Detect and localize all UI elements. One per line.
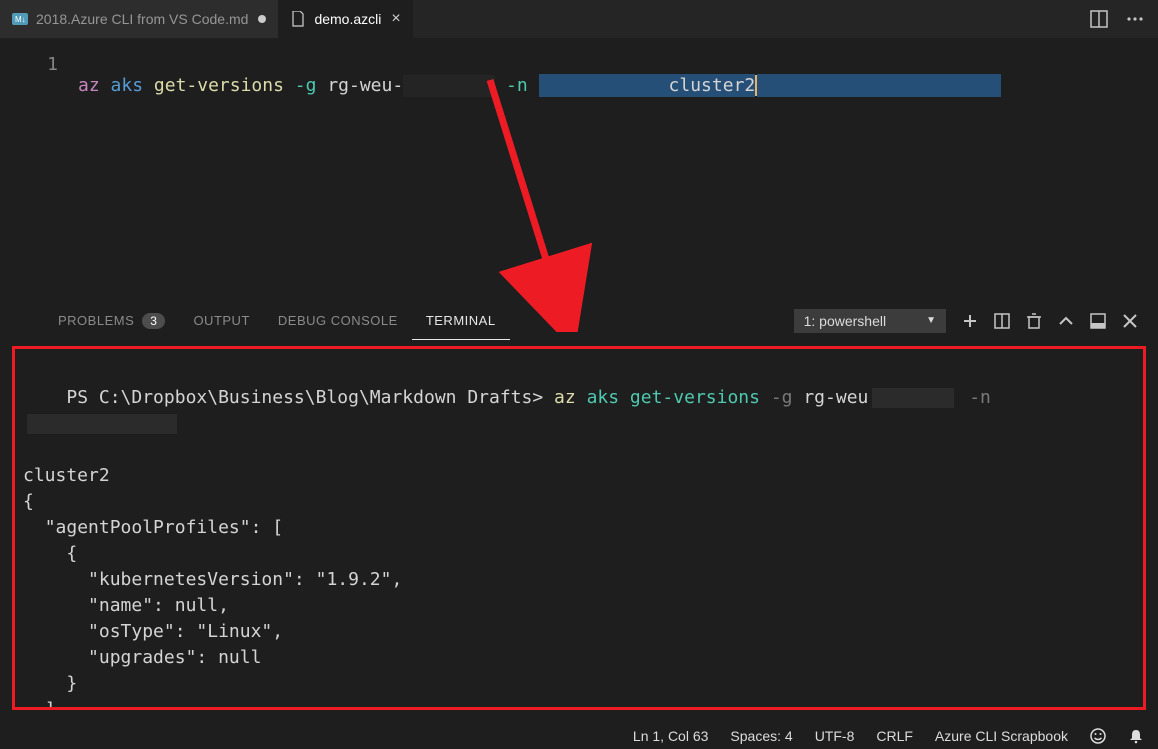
panel-tab-label: TERMINAL bbox=[426, 313, 496, 328]
panel-actions: 1: powershell ▼ bbox=[794, 309, 1138, 333]
token-command: az bbox=[78, 75, 100, 96]
tab-markdown-file[interactable]: M↓ 2018.Azure CLI from VS Code.md bbox=[0, 0, 278, 38]
close-panel-icon[interactable] bbox=[1122, 313, 1138, 329]
terminal-prompt: PS C:\Dropbox\Business\Blog\Markdown Dra… bbox=[66, 387, 543, 408]
line-number-gutter: 1 bbox=[0, 38, 78, 300]
code-line-1[interactable]: az aks get-versions -g rg-weu- -n cluste… bbox=[78, 38, 1158, 68]
token-arg: rg-weu- bbox=[327, 75, 403, 96]
panel-tab-label: DEBUG CONSOLE bbox=[278, 313, 398, 328]
code-editor[interactable]: 1 az aks get-versions -g rg-weu- -n clus… bbox=[0, 38, 1158, 300]
panel-tab-output[interactable]: OUTPUT bbox=[179, 301, 263, 340]
terminal-line: { bbox=[23, 541, 1135, 567]
t-arg: rg-weu bbox=[803, 387, 868, 408]
dirty-indicator-icon bbox=[258, 15, 266, 23]
tab-label: 2018.Azure CLI from VS Code.md bbox=[36, 11, 248, 27]
token-arg: cluster2 bbox=[669, 74, 756, 97]
chevron-down-icon: ▼ bbox=[926, 315, 936, 326]
terminal-line: "kubernetesVersion": "1.9.2", bbox=[23, 567, 1135, 593]
status-encoding[interactable]: UTF-8 bbox=[815, 728, 855, 744]
file-icon bbox=[290, 11, 306, 27]
split-terminal-icon[interactable] bbox=[994, 313, 1010, 329]
notifications-bell-icon[interactable] bbox=[1128, 728, 1144, 744]
terminal-line: } bbox=[23, 671, 1135, 697]
svg-text:M↓: M↓ bbox=[15, 15, 26, 24]
panel-tab-terminal[interactable]: TERMINAL bbox=[412, 301, 510, 340]
terminal-command-line: PS C:\Dropbox\Business\Blog\Markdown Dra… bbox=[23, 359, 1135, 463]
editor-title-actions bbox=[1090, 10, 1158, 28]
close-icon[interactable]: × bbox=[391, 10, 400, 28]
markdown-file-icon: M↓ bbox=[12, 11, 28, 27]
token-action: get-versions bbox=[154, 75, 284, 96]
t-flag: -n bbox=[969, 387, 991, 408]
terminal-line: "osType": "Linux", bbox=[23, 619, 1135, 645]
redacted-block bbox=[27, 414, 177, 434]
terminal-line: "upgrades": null bbox=[23, 645, 1135, 671]
terminal-line: ], bbox=[23, 697, 1135, 710]
problems-count-badge: 3 bbox=[142, 313, 165, 329]
editor-tabs-bar: M↓ 2018.Azure CLI from VS Code.md demo.a… bbox=[0, 0, 1158, 38]
new-terminal-icon[interactable] bbox=[962, 313, 978, 329]
panel-tab-label: OUTPUT bbox=[193, 313, 249, 328]
t-flag: -g bbox=[771, 387, 793, 408]
terminal-line: cluster2 bbox=[23, 463, 1135, 489]
panel-tab-debug-console[interactable]: DEBUG CONSOLE bbox=[264, 301, 412, 340]
terminal-selector-dropdown[interactable]: 1: powershell ▼ bbox=[794, 309, 946, 333]
status-language-mode[interactable]: Azure CLI Scrapbook bbox=[935, 728, 1068, 744]
kill-terminal-icon[interactable] bbox=[1026, 313, 1042, 329]
t-cmd: az bbox=[554, 387, 576, 408]
status-bar: Ln 1, Col 63 Spaces: 4 UTF-8 CRLF Azure … bbox=[0, 723, 1158, 749]
maximize-panel-icon[interactable] bbox=[1058, 313, 1074, 329]
status-indent[interactable]: Spaces: 4 bbox=[730, 728, 792, 744]
token-subcommand: aks bbox=[111, 75, 144, 96]
redacted-block bbox=[872, 388, 954, 408]
toggle-panel-icon[interactable] bbox=[1090, 313, 1106, 329]
panel-tabs-bar: PROBLEMS 3 OUTPUT DEBUG CONSOLE TERMINAL… bbox=[0, 300, 1158, 340]
tab-azcli-file[interactable]: demo.azcli × bbox=[278, 0, 412, 38]
terminal-selector-label: 1: powershell bbox=[804, 313, 887, 329]
more-actions-icon[interactable] bbox=[1126, 10, 1144, 28]
token-flag: -n bbox=[506, 75, 528, 96]
t-act: get-versions bbox=[630, 387, 760, 408]
panel-tab-problems[interactable]: PROBLEMS 3 bbox=[44, 301, 179, 340]
terminal-line: "name": null, bbox=[23, 593, 1135, 619]
t-sub: aks bbox=[587, 387, 620, 408]
terminal-line: { bbox=[23, 489, 1135, 515]
panel-tab-label: PROBLEMS bbox=[58, 313, 134, 328]
line-number: 1 bbox=[47, 54, 58, 75]
feedback-smiley-icon[interactable] bbox=[1090, 728, 1106, 744]
terminal-output[interactable]: PS C:\Dropbox\Business\Blog\Markdown Dra… bbox=[12, 346, 1146, 710]
status-eol[interactable]: CRLF bbox=[876, 728, 913, 744]
terminal-line: "agentPoolProfiles": [ bbox=[23, 515, 1135, 541]
status-line-col[interactable]: Ln 1, Col 63 bbox=[633, 728, 709, 744]
token-flag: -g bbox=[295, 75, 317, 96]
tab-label: demo.azcli bbox=[314, 11, 381, 27]
split-editor-icon[interactable] bbox=[1090, 10, 1108, 28]
